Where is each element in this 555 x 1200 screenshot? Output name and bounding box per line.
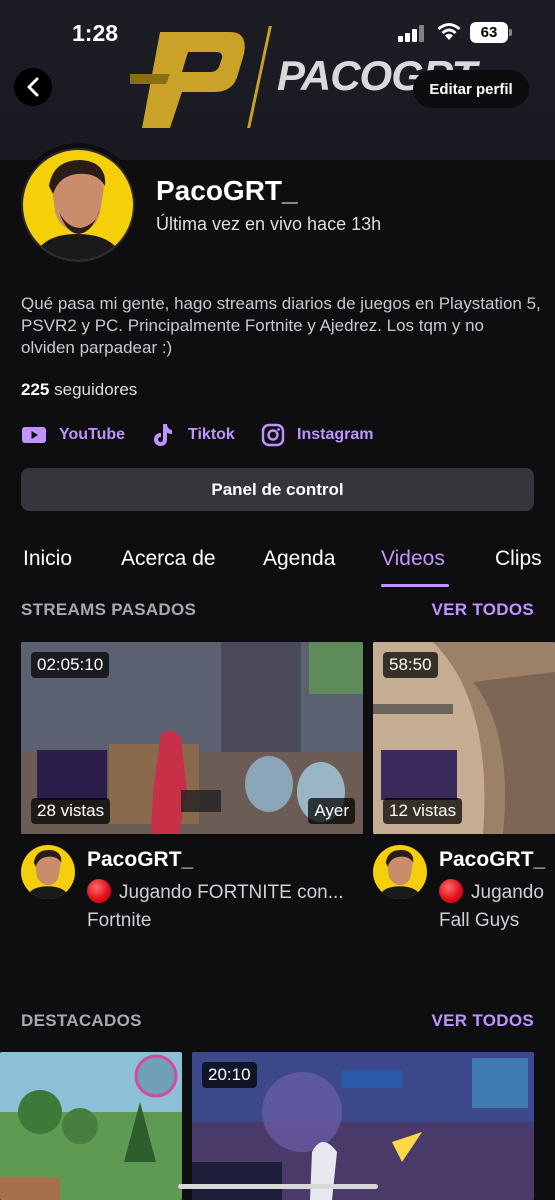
tab-videos[interactable]: Videos [381,547,445,571]
video-title-text: Jugando [471,882,544,903]
channel-avatar[interactable] [21,845,75,899]
tab-clips[interactable]: Clips [495,547,542,571]
video-channel-name[interactable]: PacoGRT_ [87,848,193,872]
section-title-highlights: DESTACADOS [21,1011,142,1030]
video-thumbnail[interactable]: 20:10 [192,1052,534,1200]
see-all-highlights[interactable]: VER TODOS [431,1011,534,1031]
home-indicator[interactable] [178,1184,378,1189]
social-link-youtube[interactable]: YouTube [21,422,125,448]
active-tab-indicator [381,584,449,587]
video-duration: 20:10 [202,1062,257,1088]
red-circle-icon [87,879,111,903]
last-live-text: Última vez en vivo hace 13h [156,214,382,234]
profile-bio: Qué pasa mi gente, hago streams diarios … [21,294,541,357]
profile-avatar[interactable] [16,143,140,267]
social-label: Tiktok [188,426,235,443]
status-time: 1:28 [72,20,119,46]
control-panel-button[interactable]: Panel de control [21,468,534,511]
avatar-person-icon [33,160,123,260]
cellular-signal-icon [398,24,426,42]
battery-indicator: 63 [470,22,512,43]
video-views: 12 vistas [383,798,463,824]
followers-count: 225 seguidores [21,380,137,400]
video-duration: 58:50 [383,652,438,678]
avatar [21,148,135,262]
chevron-left-icon [27,77,39,97]
instagram-icon [261,423,285,447]
video-thumbnail[interactable]: 58:50 12 vistas [373,642,555,834]
video-title-text: Jugando FORTNITE con... [119,882,344,903]
edit-profile-button[interactable]: Editar perfil [413,70,529,108]
video-title[interactable]: Jugando [439,879,555,904]
red-circle-icon [439,879,463,903]
social-link-instagram[interactable]: Instagram [261,422,373,448]
social-link-tiktok[interactable]: Tiktok [150,422,235,448]
video-channel-name[interactable]: PacoGRT_ [439,848,545,872]
avatar-person-icon [25,849,71,899]
video-game[interactable]: Fortnite [87,910,151,932]
video-game[interactable]: Fall Guys [439,910,519,932]
avatar-person-icon [377,849,423,899]
followers-label: seguidores [54,380,138,399]
social-label: Instagram [297,426,374,443]
section-title-past-streams: STREAMS PASADOS [21,600,197,619]
video-duration: 02:05:10 [31,652,110,678]
followers-number: 225 [21,380,50,399]
profile-username: PacoGRT_ [156,175,298,206]
tiktok-icon [150,422,176,448]
youtube-icon [21,425,47,445]
see-all-past-streams[interactable]: VER TODOS [431,600,534,620]
social-label: YouTube [59,426,126,443]
wifi-icon [437,23,461,40]
video-date: Ayer [308,798,355,824]
tab-inicio[interactable]: Inicio [23,547,72,571]
status-bar: 1:28 63 [0,0,555,62]
video-thumbnail[interactable]: 02:05:10 28 vistas Ayer [21,642,363,834]
video-thumbnail[interactable] [0,1052,182,1200]
tab-agenda[interactable]: Agenda [263,547,335,571]
video-title[interactable]: Jugando FORTNITE con... [87,879,367,904]
channel-avatar[interactable] [373,845,427,899]
back-button[interactable] [14,68,52,106]
fortnite-gameplay-thumbnail [0,1052,182,1200]
tab-acerca-de[interactable]: Acerca de [121,547,216,571]
video-views: 28 vistas [31,798,111,824]
